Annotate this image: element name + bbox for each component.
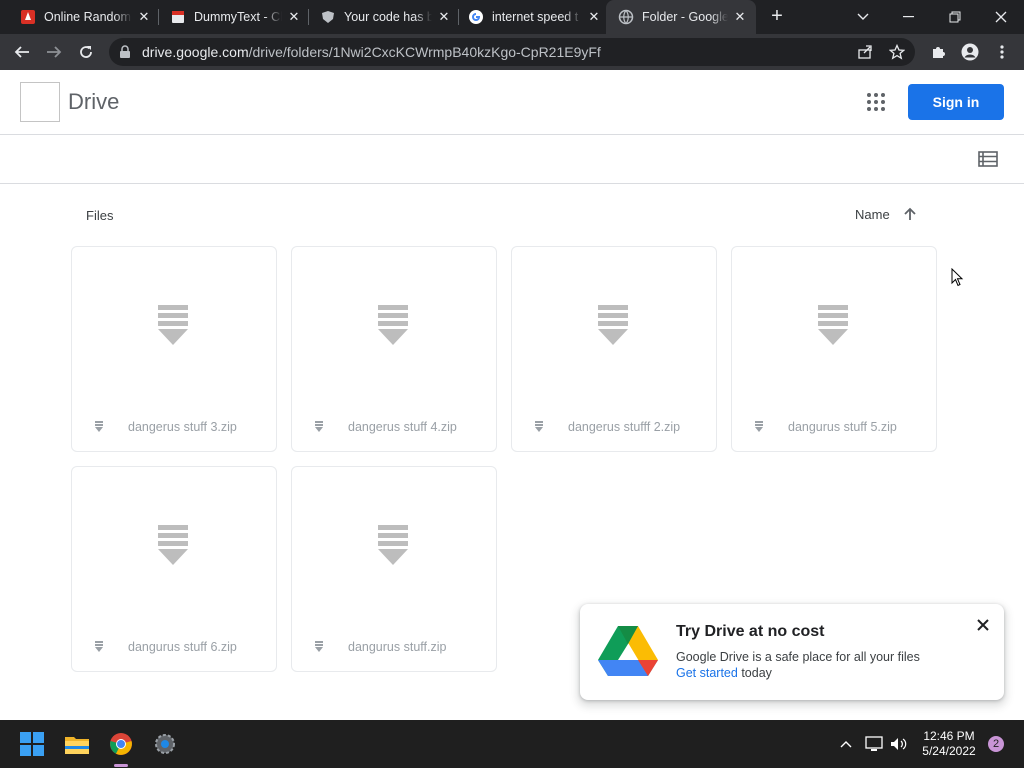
- url-path: /drive/folders/1Nwi2CxcKCWrmpB40kzKgo-Cp…: [248, 44, 601, 60]
- drive-header: Drive Sign in: [0, 70, 1024, 135]
- lock-icon[interactable]: [119, 45, 131, 64]
- reload-icon[interactable]: [74, 40, 98, 64]
- zip-file-thumbnail-icon: [158, 525, 188, 565]
- google-drive-logo-icon: [598, 626, 658, 676]
- close-tab-icon[interactable]: ✕: [136, 9, 152, 25]
- promo-body: Google Drive is a safe place for all you…: [676, 650, 920, 664]
- list-view-icon[interactable]: [978, 151, 998, 167]
- windows-start-icon[interactable]: [18, 730, 46, 758]
- file-card[interactable]: dangurus stuff 6.zip: [71, 466, 277, 672]
- zip-file-thumbnail-icon: [818, 305, 848, 345]
- file-card[interactable]: dangerus stuff 4.zip: [291, 246, 497, 452]
- close-tab-icon[interactable]: ✕: [586, 9, 602, 25]
- tray-chevron-up-icon[interactable]: [836, 734, 856, 754]
- close-tab-icon[interactable]: ✕: [732, 9, 748, 25]
- files-section-label: Files: [86, 208, 114, 223]
- chrome-browser-icon[interactable]: [107, 730, 135, 758]
- file-name: dangurus stuff 5.zip: [788, 420, 897, 434]
- file-name: dangerus stuff 4.zip: [348, 420, 457, 434]
- sort-by-name-button[interactable]: Name: [855, 207, 890, 222]
- file-name: dangurus stuff 6.zip: [128, 640, 237, 654]
- tab-title: internet speed t: [492, 10, 579, 24]
- zip-file-icon: [315, 641, 323, 652]
- file-card[interactable]: dangerus stuff 3.zip: [71, 246, 277, 452]
- file-name: dangurus stuff.zip: [348, 640, 447, 654]
- globe-icon: [618, 9, 634, 25]
- close-tab-icon[interactable]: ✕: [436, 9, 452, 25]
- zip-file-thumbnail-icon: [598, 305, 628, 345]
- tab-title: Your code has b: [344, 10, 432, 24]
- file-card[interactable]: dangurus stuff 5.zip: [731, 246, 937, 452]
- url-host: drive.google.com: [142, 44, 249, 60]
- promo-cta-suffix: today: [737, 666, 772, 680]
- minimize-icon[interactable]: [886, 0, 932, 34]
- mouse-cursor-icon: [951, 268, 964, 287]
- network-icon[interactable]: [864, 734, 884, 754]
- sign-in-button[interactable]: Sign in: [908, 84, 1004, 120]
- tab-separator: [158, 9, 159, 25]
- promo-cta-line: Get started today: [676, 666, 772, 680]
- zip-file-thumbnail-icon: [158, 305, 188, 345]
- tab-separator: [458, 9, 459, 25]
- zip-file-icon: [535, 421, 543, 432]
- close-tab-icon[interactable]: ✕: [286, 9, 302, 25]
- share-icon[interactable]: [855, 42, 875, 62]
- forward-arrow-icon[interactable]: [42, 40, 66, 64]
- file-name: dangerus stuff 3.zip: [128, 420, 237, 434]
- zip-file-icon: [95, 641, 103, 652]
- volume-speaker-icon[interactable]: [888, 734, 908, 754]
- notification-count-badge[interactable]: 2: [988, 736, 1004, 752]
- zip-file-icon: [755, 421, 763, 432]
- promo-title: Try Drive at no cost: [676, 623, 825, 640]
- tab-search-chevron-icon[interactable]: [840, 0, 886, 34]
- sort-ascending-arrow-icon[interactable]: [902, 206, 918, 222]
- browser-tab-bar: Online Random ✕ DummyText - Cl ✕ Your co…: [0, 0, 1024, 34]
- tab-internet-speed[interactable]: internet speed t ✕: [462, 0, 602, 34]
- flame-icon: [20, 9, 36, 25]
- url-text: drive.google.com/drive/folders/1Nwi2CxcK…: [142, 44, 601, 60]
- tab-title: DummyText - Cl: [194, 10, 282, 24]
- new-tab-plus-icon[interactable]: +: [766, 5, 788, 27]
- drive-logo-image[interactable]: [20, 82, 60, 122]
- address-bar[interactable]: drive.google.com/drive/folders/1Nwi2CxcK…: [109, 38, 915, 66]
- get-started-link[interactable]: Get started: [676, 666, 738, 680]
- settings-gear-icon[interactable]: [151, 730, 179, 758]
- app-title: Drive: [68, 89, 120, 114]
- tab-folder-google[interactable]: Folder - Google ✕: [606, 0, 756, 34]
- clock-time: 12:46 PM: [923, 729, 975, 743]
- file-card[interactable]: dangerus stufff 2.zip: [511, 246, 717, 452]
- clock-date: 5/24/2022: [922, 744, 976, 758]
- taskbar-clock[interactable]: 12:46 PM 5/24/2022: [916, 729, 982, 759]
- file-card[interactable]: dangurus stuff.zip: [291, 466, 497, 672]
- close-promo-icon[interactable]: [976, 618, 990, 632]
- windows-taskbar: 12:46 PM 5/24/2022 2: [0, 720, 1024, 768]
- kebab-menu-icon[interactable]: [990, 40, 1014, 64]
- star-bookmark-icon[interactable]: [887, 42, 907, 62]
- file-name: dangerus stufff 2.zip: [568, 420, 681, 434]
- view-toolbar: [0, 135, 1024, 184]
- google-g-icon: [468, 9, 484, 25]
- zip-file-thumbnail-icon: [378, 305, 408, 345]
- back-arrow-icon[interactable]: [10, 40, 34, 64]
- profile-avatar-icon[interactable]: [958, 40, 982, 64]
- try-drive-promo: Try Drive at no cost Google Drive is a s…: [580, 604, 1004, 700]
- active-app-indicator: [114, 764, 128, 767]
- zip-file-icon: [95, 421, 103, 432]
- google-apps-grid-icon[interactable]: [864, 90, 888, 114]
- tab-your-code[interactable]: Your code has b ✕: [312, 0, 452, 34]
- zip-file-icon: [315, 421, 323, 432]
- tab-title: Online Random: [44, 10, 131, 24]
- close-window-icon[interactable]: [978, 0, 1024, 34]
- browser-toolbar: drive.google.com/drive/folders/1Nwi2CxcK…: [0, 34, 1024, 70]
- shield-icon: [320, 9, 336, 25]
- tab-dummytext[interactable]: DummyText - Cl ✕: [162, 0, 302, 34]
- tab-separator: [308, 9, 309, 25]
- extensions-puzzle-icon[interactable]: [926, 40, 950, 64]
- tab-title: Folder - Google: [642, 10, 728, 24]
- file-explorer-folder-icon[interactable]: [63, 730, 91, 758]
- tab-online-random[interactable]: Online Random ✕: [12, 0, 152, 34]
- zip-file-thumbnail-icon: [378, 525, 408, 565]
- restore-icon[interactable]: [932, 0, 978, 34]
- doc-icon: [170, 9, 186, 25]
